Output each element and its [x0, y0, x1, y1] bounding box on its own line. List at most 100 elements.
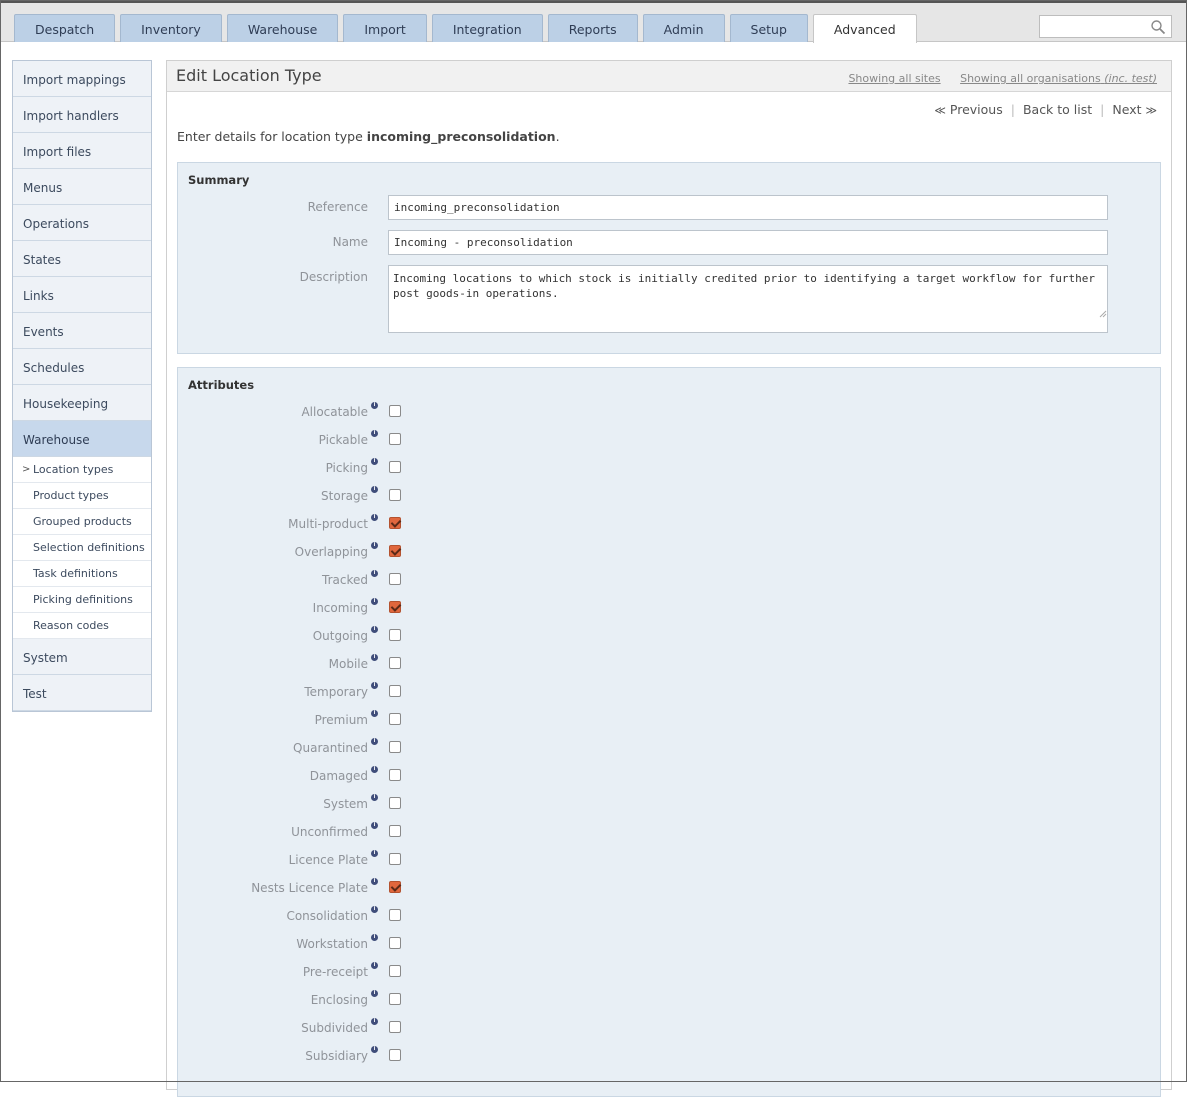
previous-link[interactable]: ≪ Previous [934, 102, 1002, 117]
info-icon[interactable]: i [371, 514, 378, 521]
search-icon[interactable] [1150, 19, 1166, 35]
checkbox-system[interactable] [389, 797, 401, 809]
info-icon[interactable]: i [371, 402, 378, 409]
info-icon[interactable]: i [371, 738, 378, 745]
checkbox-tracked[interactable] [389, 573, 401, 585]
checkbox-mobile[interactable] [389, 657, 401, 669]
sidebar-item-schedules[interactable]: Schedules [13, 349, 151, 385]
checkbox-multi-product[interactable] [389, 517, 401, 529]
attribute-row-subsidiary: Subsidiary i [178, 1046, 478, 1077]
info-icon[interactable]: i [371, 570, 378, 577]
info-icon[interactable]: i [371, 934, 378, 941]
sidebar-item-housekeeping[interactable]: Housekeeping [13, 385, 151, 421]
sidebar-sub-item-picking-definitions[interactable]: Picking definitions [13, 587, 151, 613]
tab-setup[interactable]: Setup [729, 14, 808, 42]
attribute-row-picking: Picking i [178, 458, 478, 489]
sidebar-item-import-handlers[interactable]: Import handlers [13, 97, 151, 133]
sidebar-item-states[interactable]: States [13, 241, 151, 277]
info-icon[interactable]: i [371, 430, 378, 437]
sidebar-item-links[interactable]: Links [13, 277, 151, 313]
name-input[interactable] [388, 230, 1108, 255]
tab-advanced[interactable]: Advanced [812, 14, 917, 43]
checkbox-outgoing[interactable] [389, 629, 401, 641]
info-icon[interactable]: i [371, 1046, 378, 1053]
attribute-row-damaged: Damaged i [178, 766, 478, 797]
sidebar-item-warehouse[interactable]: Warehouse [13, 421, 151, 457]
info-icon[interactable]: i [371, 906, 378, 913]
tab-admin[interactable]: Admin [642, 14, 725, 42]
checkbox-subsidiary[interactable] [389, 1049, 401, 1061]
checkbox-workstation[interactable] [389, 937, 401, 949]
sidebar-sub-item-label: Reason codes [33, 619, 109, 632]
info-icon[interactable]: i [371, 822, 378, 829]
checkbox-unconfirmed[interactable] [389, 825, 401, 837]
attribute-label: Mobile [328, 657, 368, 671]
checkbox-enclosing[interactable] [389, 993, 401, 1005]
info-icon[interactable]: i [371, 850, 378, 857]
checkbox-nests-licence-plate[interactable] [389, 881, 401, 893]
attribute-label: Tracked [322, 573, 368, 587]
checkbox-licence-plate[interactable] [389, 853, 401, 865]
tab-despatch[interactable]: Despatch [14, 14, 116, 42]
search-input[interactable] [1040, 16, 1148, 37]
info-icon[interactable]: i [371, 710, 378, 717]
checkbox-quarantined[interactable] [389, 741, 401, 753]
info-icon[interactable]: i [371, 990, 378, 997]
checkbox-picking[interactable] [389, 461, 401, 473]
info-icon[interactable]: i [371, 766, 378, 773]
sidebar-item-import-files[interactable]: Import files [13, 133, 151, 169]
tab-warehouse[interactable]: Warehouse [226, 14, 339, 42]
sidebar-sub-item-product-types[interactable]: Product types [13, 483, 151, 509]
back-to-list-link[interactable]: Back to list [1023, 102, 1092, 117]
checkbox-incoming[interactable] [389, 601, 401, 613]
showing-all-organisations-link[interactable]: Showing all organisations (inc. test) [960, 72, 1157, 85]
sidebar-item-menus[interactable]: Menus [13, 169, 151, 205]
reference-input[interactable] [388, 195, 1108, 220]
sidebar-sub-item-reason-codes[interactable]: Reason codes [13, 613, 151, 639]
attribute-row-premium: Premium i [178, 710, 478, 741]
info-icon[interactable]: i [371, 654, 378, 661]
info-icon[interactable]: i [371, 626, 378, 633]
checkbox-pickable[interactable] [389, 433, 401, 445]
info-icon[interactable]: i [371, 598, 378, 605]
sidebar-item-operations[interactable]: Operations [13, 205, 151, 241]
checkbox-subdivided[interactable] [389, 1021, 401, 1033]
sidebar-item-events[interactable]: Events [13, 313, 151, 349]
sidebar-item-test[interactable]: Test [13, 675, 151, 711]
resize-grip-icon[interactable] [1099, 310, 1107, 318]
checkbox-overlapping[interactable] [389, 545, 401, 557]
sidebar-sub-item-selection-definitions[interactable]: Selection definitions [13, 535, 151, 561]
attribute-label: Incoming [312, 601, 368, 615]
checkbox-consolidation[interactable] [389, 909, 401, 921]
sidebar-item-system[interactable]: System [13, 639, 151, 675]
checkbox-allocatable[interactable] [389, 405, 401, 417]
checkbox-temporary[interactable] [389, 685, 401, 697]
info-icon[interactable]: i [371, 486, 378, 493]
tab-inventory[interactable]: Inventory [120, 14, 222, 42]
info-icon[interactable]: i [371, 878, 378, 885]
attribute-label: Pre-receipt [302, 965, 368, 979]
checkbox-storage[interactable] [389, 489, 401, 501]
sidebar-sub-item-label: Grouped products [33, 515, 132, 528]
checkbox-damaged[interactable] [389, 769, 401, 781]
global-search[interactable] [1039, 15, 1172, 38]
info-icon[interactable]: i [371, 458, 378, 465]
info-icon[interactable]: i [371, 682, 378, 689]
sidebar-sub-item-grouped-products[interactable]: Grouped products [13, 509, 151, 535]
showing-all-sites-link[interactable]: Showing all sites [848, 72, 940, 85]
next-link[interactable]: Next ≫ [1112, 102, 1157, 117]
tab-reports[interactable]: Reports [547, 14, 638, 42]
info-icon[interactable]: i [371, 1018, 378, 1025]
checkbox-pre-receipt[interactable] [389, 965, 401, 977]
checkbox-premium[interactable] [389, 713, 401, 725]
record-pager: ≪ Previous | Back to list | Next ≫ [934, 102, 1157, 117]
sidebar-sub-item-task-definitions[interactable]: Task definitions [13, 561, 151, 587]
info-icon[interactable]: i [371, 542, 378, 549]
sidebar-sub-item-location-types[interactable]: > Location types [13, 457, 151, 483]
info-icon[interactable]: i [371, 962, 378, 969]
info-icon[interactable]: i [371, 794, 378, 801]
tab-import[interactable]: Import [343, 14, 427, 42]
tab-integration[interactable]: Integration [431, 14, 543, 42]
sidebar-item-import-mappings[interactable]: Import mappings [13, 61, 151, 97]
description-textarea[interactable]: Incoming locations to which stock is ini… [388, 265, 1108, 333]
